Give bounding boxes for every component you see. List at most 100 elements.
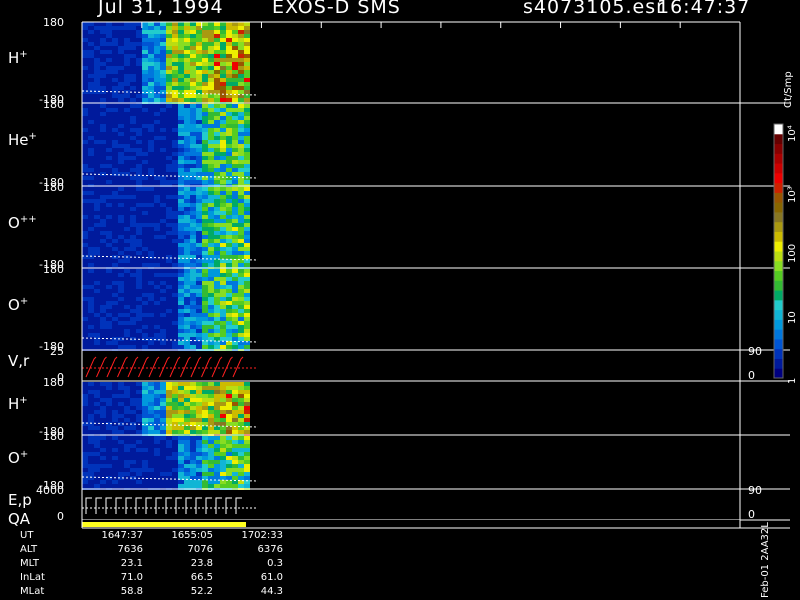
heat-cell xyxy=(154,337,160,341)
heat-cell xyxy=(106,22,112,26)
heat-cell xyxy=(238,472,244,476)
heat-cell xyxy=(112,406,118,410)
heat-cell xyxy=(184,406,190,410)
heat-cell xyxy=(178,460,184,464)
heat-cell xyxy=(88,430,94,434)
heat-cell xyxy=(172,152,178,156)
heat-cell xyxy=(220,38,226,42)
heat-cell xyxy=(172,436,178,440)
heat-cell xyxy=(106,38,112,42)
heat-cell xyxy=(142,176,148,180)
heat-cell xyxy=(208,116,214,120)
heat-cell xyxy=(202,259,208,263)
heat-cell xyxy=(154,243,160,247)
heat-cell xyxy=(94,390,100,394)
heat-cell xyxy=(106,144,112,148)
heat-cell xyxy=(202,54,208,58)
heat-cell xyxy=(226,418,232,422)
heat-cell xyxy=(172,211,178,215)
heat-cell xyxy=(190,436,196,440)
heat-cell xyxy=(142,247,148,251)
heat-cell xyxy=(202,460,208,464)
heat-cell xyxy=(214,239,220,243)
heat-cell xyxy=(148,426,154,430)
heat-cell xyxy=(124,22,130,26)
heat-cell xyxy=(82,22,88,26)
footer-row-label: InLat xyxy=(20,572,45,583)
y-tick-o1: 180 xyxy=(43,263,64,276)
heat-cell xyxy=(136,394,142,398)
heat-cell xyxy=(232,120,238,124)
heat-cell xyxy=(106,82,112,86)
heat-cell xyxy=(184,38,190,42)
heat-cell xyxy=(160,452,166,456)
heat-cell xyxy=(148,406,154,410)
heat-cell xyxy=(190,104,196,108)
heat-cell xyxy=(166,112,172,116)
heat-cell xyxy=(112,46,118,50)
colorbar-segment xyxy=(774,260,783,272)
heat-cell xyxy=(160,259,166,263)
heat-cell xyxy=(226,50,232,54)
right-tick-ep: 90 xyxy=(748,484,762,497)
heat-cell xyxy=(106,191,112,195)
heat-cell xyxy=(118,289,124,293)
heat-cell xyxy=(184,34,190,38)
heat-cell xyxy=(196,430,202,434)
heat-cell xyxy=(88,203,94,207)
heat-cell xyxy=(160,180,166,184)
heat-cell xyxy=(226,227,232,231)
heat-cell xyxy=(208,78,214,82)
heat-cell xyxy=(82,414,88,418)
heat-cell xyxy=(136,418,142,422)
heat-cell xyxy=(94,251,100,255)
heat-cell xyxy=(130,46,136,50)
heat-cell xyxy=(88,223,94,227)
heat-cell xyxy=(130,239,136,243)
heat-cell xyxy=(106,269,112,273)
heat-cell xyxy=(202,148,208,152)
heat-cell xyxy=(238,148,244,152)
heat-cell xyxy=(94,468,100,472)
heat-cell xyxy=(196,152,202,156)
heat-cell xyxy=(226,187,232,191)
heat-cell xyxy=(166,293,172,297)
heat-cell xyxy=(82,98,88,102)
heat-cell xyxy=(106,410,112,414)
heat-cell xyxy=(238,329,244,333)
heat-cell xyxy=(190,116,196,120)
heat-cell xyxy=(190,329,196,333)
heat-cell xyxy=(106,289,112,293)
heat-cell xyxy=(94,30,100,34)
heat-cell xyxy=(190,78,196,82)
right-tick-ep: 0 xyxy=(748,508,755,521)
heat-cell xyxy=(244,152,250,156)
heat-cell xyxy=(178,305,184,309)
heat-cell xyxy=(94,176,100,180)
heat-cell xyxy=(148,94,154,98)
heat-cell xyxy=(238,207,244,211)
heat-cell xyxy=(118,406,124,410)
heat-cell xyxy=(160,54,166,58)
heat-cell xyxy=(136,440,142,444)
heat-cell xyxy=(160,293,166,297)
heat-cell xyxy=(154,42,160,46)
heat-cell xyxy=(238,440,244,444)
heat-cell xyxy=(154,70,160,74)
heat-cell xyxy=(88,199,94,203)
heat-cell xyxy=(94,273,100,277)
heat-cell xyxy=(148,418,154,422)
heat-cell xyxy=(178,26,184,30)
heat-cell xyxy=(202,468,208,472)
heat-cell xyxy=(166,317,172,321)
heat-cell xyxy=(100,277,106,281)
heat-cell xyxy=(208,464,214,468)
heat-cell xyxy=(196,26,202,30)
heat-cell xyxy=(208,480,214,484)
heat-cell xyxy=(130,136,136,140)
heat-cell xyxy=(172,410,178,414)
heat-cell xyxy=(142,293,148,297)
heat-cell xyxy=(166,452,172,456)
heat-cell xyxy=(88,104,94,108)
heat-cell xyxy=(214,78,220,82)
